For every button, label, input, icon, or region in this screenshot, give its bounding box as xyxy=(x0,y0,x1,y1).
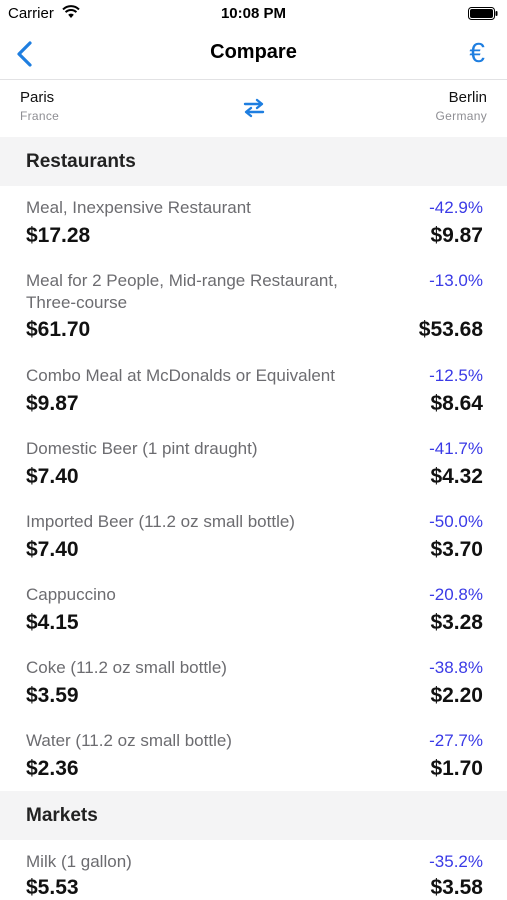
item-price-right: $3.28 xyxy=(430,611,483,634)
section-header-restaurants: Restaurants xyxy=(0,137,507,186)
item-name: Imported Beer (11.2 oz small bottle) xyxy=(26,512,295,531)
city-compare-header: Paris France Berlin Germany xyxy=(0,81,507,137)
navigation-bar: Compare € xyxy=(0,28,507,80)
page-title: Compare xyxy=(210,41,297,63)
list-item[interactable]: Cappuccino -20.8% $4.15 $3.28 xyxy=(0,584,507,644)
item-percent-diff: -12.5% xyxy=(429,366,483,385)
item-price-left: $7.40 xyxy=(26,465,79,488)
list-item[interactable]: Imported Beer (11.2 oz small bottle) -50… xyxy=(0,511,507,571)
item-name: Domestic Beer (1 pint draught) xyxy=(26,439,258,458)
item-price-left: $17.28 xyxy=(26,224,91,247)
item-name: Combo Meal at McDonalds or Equivalent xyxy=(26,366,335,385)
section-title: Restaurants xyxy=(26,151,136,172)
item-name: Coke (11.2 oz small bottle) xyxy=(26,658,227,677)
item-percent-diff: -20.8% xyxy=(429,585,483,604)
list-item[interactable]: Meal, Inexpensive Restaurant -42.9% $17.… xyxy=(0,197,507,257)
right-city-selector[interactable]: Berlin Germany xyxy=(436,89,487,123)
section-header-markets: Markets xyxy=(0,791,507,840)
battery-icon xyxy=(468,7,498,20)
item-price-left: $61.70 xyxy=(26,318,91,341)
list-item[interactable]: Milk (1 gallon) -35.2% $5.53 $3.58 xyxy=(0,851,507,900)
item-price-left: $9.87 xyxy=(26,392,79,415)
left-city-selector[interactable]: Paris France xyxy=(20,89,59,123)
item-price-left: $5.53 xyxy=(26,876,79,899)
section-title: Markets xyxy=(26,805,98,826)
item-price-left: $7.40 xyxy=(26,538,79,561)
item-percent-diff: -13.0% xyxy=(429,271,483,290)
item-name: Meal, Inexpensive Restaurant xyxy=(26,198,251,217)
right-country-name: Germany xyxy=(435,109,487,123)
item-price-right: $9.87 xyxy=(430,224,483,247)
swap-cities-icon[interactable] xyxy=(241,96,267,120)
item-name: Meal for 2 People, Mid-range Restaurant,… xyxy=(26,271,338,312)
item-percent-diff: -41.7% xyxy=(429,439,483,458)
item-price-left: $3.59 xyxy=(26,684,79,707)
item-price-right: $4.32 xyxy=(430,465,483,488)
list-item[interactable]: Meal for 2 People, Mid-range Restaurant,… xyxy=(0,270,507,352)
right-city-name: Berlin xyxy=(448,89,487,106)
item-percent-diff: -27.7% xyxy=(429,731,483,750)
item-price-right: $3.70 xyxy=(430,538,483,561)
item-percent-diff: -42.9% xyxy=(429,198,483,217)
left-country-name: France xyxy=(20,109,60,123)
left-city-name: Paris xyxy=(20,89,55,106)
item-price-right: $1.70 xyxy=(430,757,483,780)
status-bar: Carrier 10:08 PM xyxy=(0,0,507,28)
item-price-right: $2.20 xyxy=(430,684,483,707)
item-percent-diff: -38.8% xyxy=(429,658,483,677)
item-name: Cappuccino xyxy=(26,585,116,604)
item-name: Water (11.2 oz small bottle) xyxy=(26,731,232,750)
item-price-right: $53.68 xyxy=(418,318,483,341)
list-item[interactable]: Water (11.2 oz small bottle) -27.7% $2.3… xyxy=(0,730,507,790)
item-price-left: $4.15 xyxy=(26,611,79,634)
item-percent-diff: -35.2% xyxy=(429,852,483,871)
list-item[interactable]: Domestic Beer (1 pint draught) -41.7% $7… xyxy=(0,438,507,498)
list-item[interactable]: Combo Meal at McDonalds or Equivalent -1… xyxy=(0,365,507,425)
item-name: Milk (1 gallon) xyxy=(26,852,132,871)
item-price-right: $8.64 xyxy=(430,392,483,415)
currency-euro-button[interactable]: € xyxy=(445,35,485,71)
list-item[interactable]: Coke (11.2 oz small bottle) -38.8% $3.59… xyxy=(0,657,507,717)
item-price-right: $3.58 xyxy=(430,876,483,899)
item-percent-diff: -50.0% xyxy=(429,512,483,531)
item-price-left: $2.36 xyxy=(26,757,79,780)
status-time: 10:08 PM xyxy=(220,5,287,22)
